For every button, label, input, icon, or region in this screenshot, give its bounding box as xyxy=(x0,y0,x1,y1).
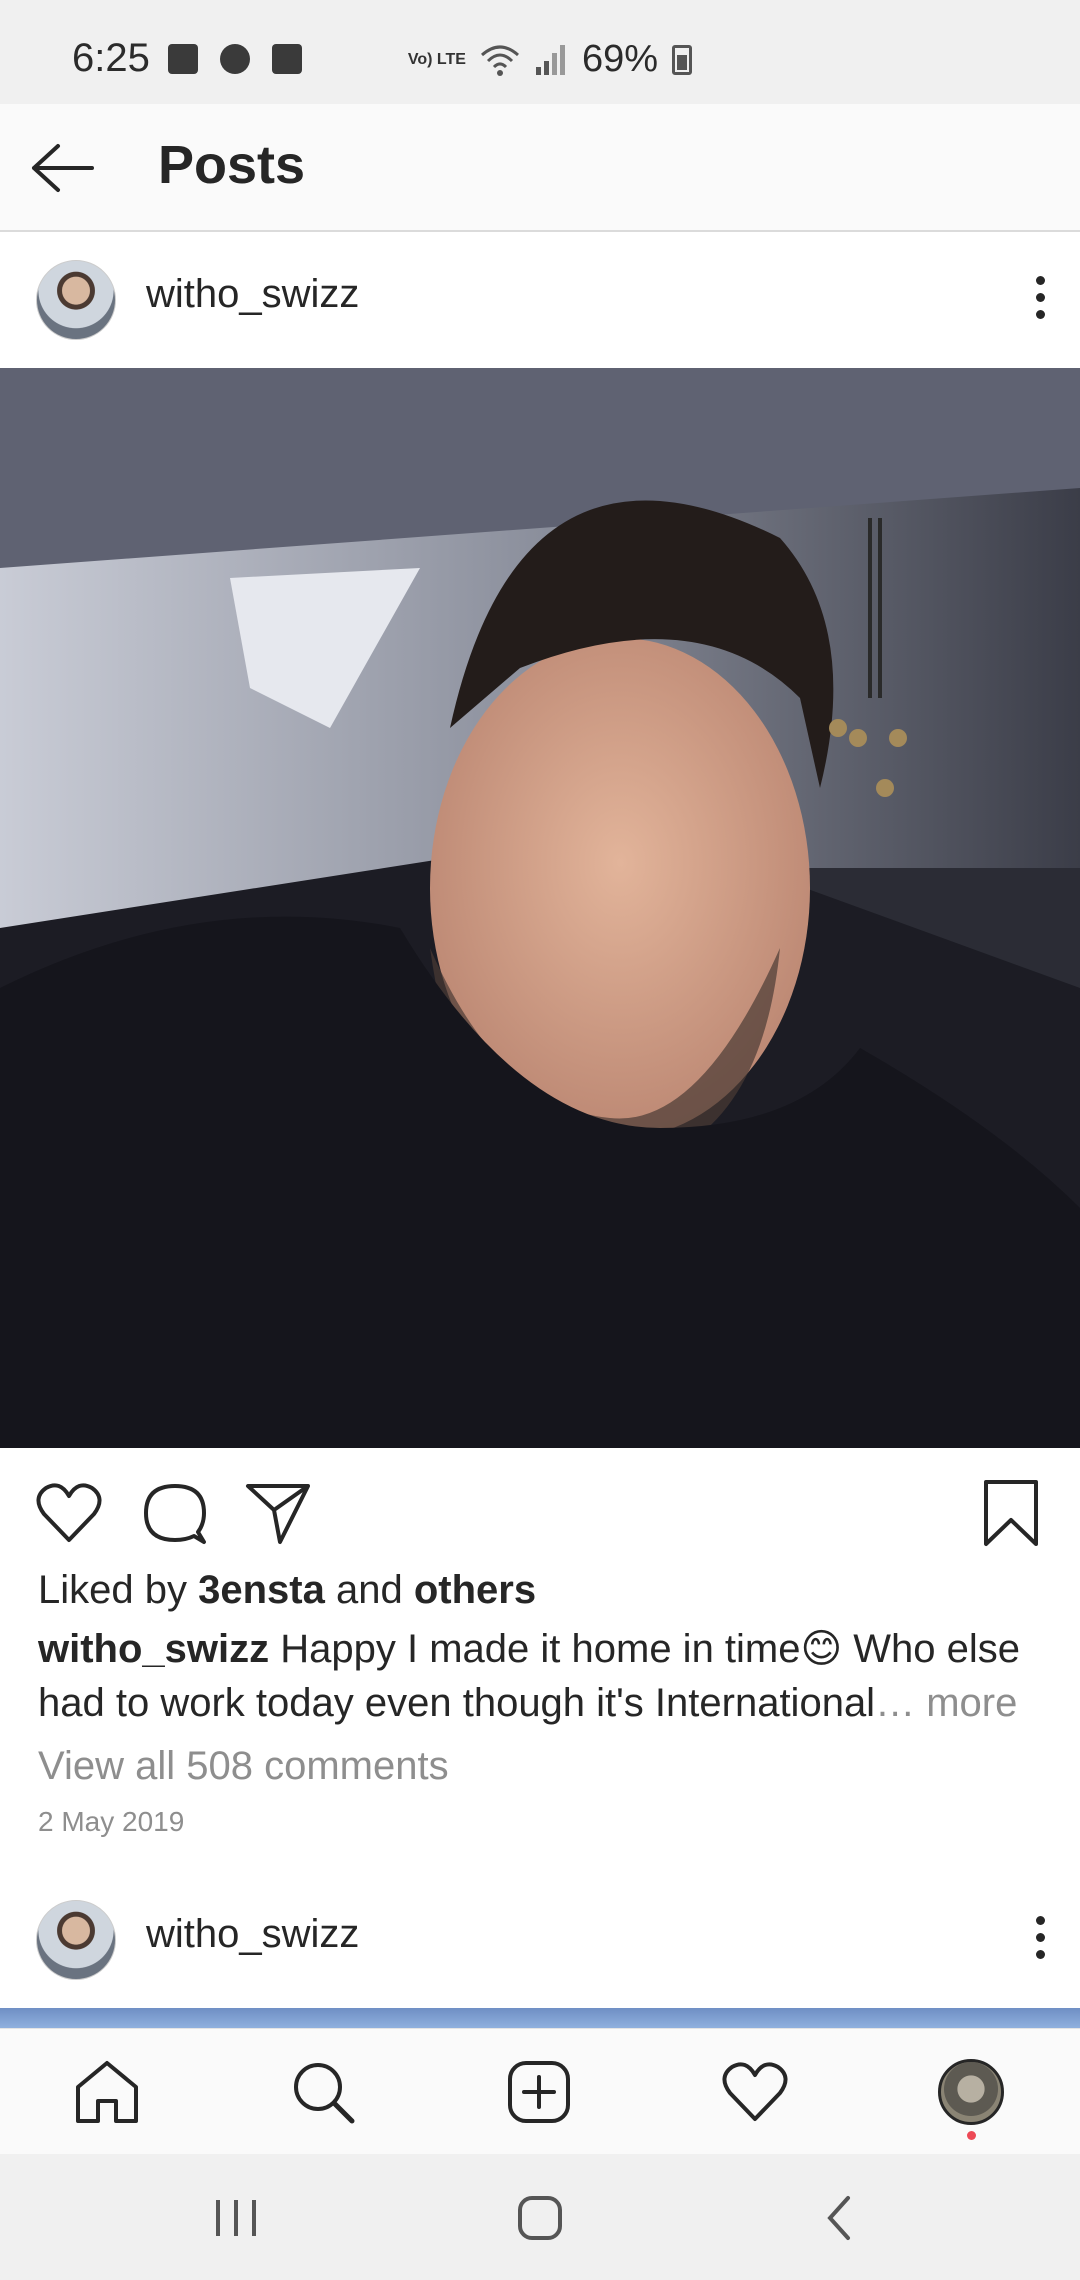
activity-heart-icon[interactable] xyxy=(720,2057,790,2127)
post-date: 2 May 2019 xyxy=(38,1806,185,1837)
post-author-avatar[interactable] xyxy=(36,260,116,340)
next-post-author-username[interactable]: witho_swizz xyxy=(146,1912,359,1957)
post-photo[interactable] xyxy=(0,368,1080,1448)
next-post-more-options-icon[interactable] xyxy=(1022,1908,1058,1972)
profile-notification-dot xyxy=(967,2131,976,2140)
likes-summary[interactable]: Liked by 3ensta and others xyxy=(38,1568,536,1613)
liked-by-and: and xyxy=(324,1568,414,1612)
status-right-group: Vo) LTE 69% xyxy=(408,38,692,81)
wifi-icon xyxy=(480,43,520,77)
post-header: witho_swizz xyxy=(0,232,1080,368)
system-back-icon[interactable] xyxy=(812,2190,868,2246)
next-post-author-avatar[interactable] xyxy=(36,1900,116,1980)
post-author-username[interactable]: witho_swizz xyxy=(146,272,359,317)
battery-icon xyxy=(672,44,692,75)
caption-more-link[interactable]: … more xyxy=(875,1681,1017,1725)
liked-by-others[interactable]: others xyxy=(414,1568,536,1612)
post-actions xyxy=(0,1448,1080,1568)
view-all-comments-link[interactable]: View all 508 comments xyxy=(38,1744,449,1789)
status-bar: 6:25 Vo) LTE 69% xyxy=(0,0,1080,104)
instagram-posts-screen: 6:25 Vo) LTE 69% Posts witho_swizz Liked… xyxy=(0,0,1080,2280)
screenshot-notification-icon xyxy=(272,44,302,74)
gallery-notification-icon xyxy=(168,44,198,74)
recent-apps-icon[interactable] xyxy=(208,2190,264,2246)
profile-avatar[interactable] xyxy=(938,2059,1004,2125)
signal-icon xyxy=(534,43,568,77)
share-paper-plane-icon[interactable] xyxy=(244,1478,314,1548)
more-options-icon[interactable] xyxy=(1022,268,1058,332)
post-caption: witho_swizz Happy I made it home in time… xyxy=(38,1622,1048,1730)
notification-icons xyxy=(168,44,302,74)
comment-icon[interactable] xyxy=(140,1478,210,1548)
app-bar: Posts xyxy=(0,104,1080,232)
volte-indicator: Vo) LTE xyxy=(407,51,466,68)
home-icon[interactable] xyxy=(72,2057,142,2127)
back-arrow-icon[interactable] xyxy=(30,140,96,196)
save-bookmark-icon[interactable] xyxy=(976,1478,1046,1548)
battery-percentage: 69% xyxy=(581,38,658,80)
status-time: 6:25 xyxy=(72,36,150,80)
liked-by-user[interactable]: 3ensta xyxy=(198,1568,325,1612)
new-post-icon[interactable] xyxy=(504,2057,574,2127)
page-title: Posts xyxy=(158,135,306,195)
next-post-header: witho_swizz xyxy=(0,1872,1080,2008)
like-heart-icon[interactable] xyxy=(34,1478,104,1548)
bottom-navigation xyxy=(0,2028,1080,2154)
clock-notification-icon xyxy=(220,44,250,74)
home-button-icon[interactable] xyxy=(512,2190,568,2246)
system-navigation-bar xyxy=(0,2154,1080,2280)
caption-username[interactable]: witho_swizz xyxy=(38,1627,269,1671)
search-icon[interactable] xyxy=(288,2057,358,2127)
liked-by-prefix: Liked by xyxy=(38,1568,199,1612)
next-post-photo[interactable] xyxy=(0,2008,1080,2028)
